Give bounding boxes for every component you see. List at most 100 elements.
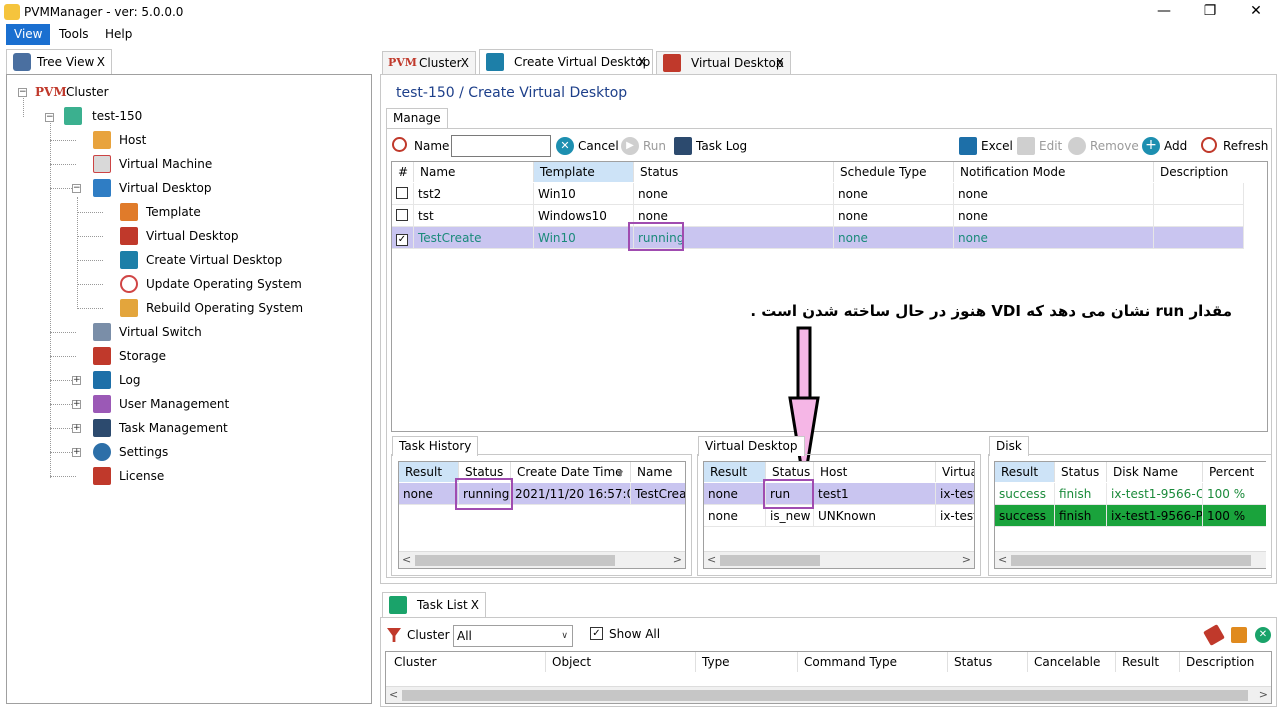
close-circle-icon[interactable]: ✕ <box>1255 627 1271 643</box>
column-header[interactable]: Host <box>814 462 936 482</box>
table-cell[interactable]: 2021/11/20 16:57:05 <box>511 483 631 505</box>
table-cell[interactable]: success <box>995 505 1055 527</box>
expand-user-management-toggle[interactable]: + <box>72 400 81 409</box>
menu-tools[interactable]: Tools <box>51 24 97 45</box>
column-header[interactable]: Status <box>634 162 834 182</box>
table-cell[interactable]: ix-test1-9566-Pr... <box>1107 505 1203 527</box>
table-cell[interactable]: 100 % <box>1203 505 1266 527</box>
table-cell[interactable] <box>1154 227 1244 249</box>
scroll-left-icon[interactable]: < <box>998 552 1007 568</box>
table-cell[interactable]: none <box>954 227 1154 249</box>
column-header[interactable]: Notification Mode <box>954 162 1154 182</box>
table-cell[interactable]: none <box>399 483 459 505</box>
table-cell[interactable]: finish <box>1055 505 1107 527</box>
menu-view[interactable]: View <box>6 24 51 45</box>
row-checkbox[interactable]: ✓ <box>392 227 414 249</box>
table-cell[interactable]: success <box>995 483 1055 505</box>
table-cell[interactable]: tst2 <box>414 183 534 205</box>
tab-create-virtual-desktop[interactable]: Create Virtual Desktop X <box>479 49 653 74</box>
column-header[interactable]: Name <box>631 462 685 482</box>
column-header[interactable]: Result <box>1116 652 1180 672</box>
scroll-thumb[interactable] <box>1011 555 1251 566</box>
table-cell[interactable]: TestCreate <box>414 227 534 249</box>
collapse-cluster-toggle[interactable]: − <box>18 88 27 97</box>
table-cell[interactable]: Win10 <box>534 183 634 205</box>
table-cell[interactable]: none <box>834 183 954 205</box>
table-cell[interactable]: ix-test3 <box>936 505 974 527</box>
scroll-right-icon[interactable]: > <box>962 552 971 568</box>
table-cell[interactable]: UNKnown <box>814 505 936 527</box>
column-header[interactable]: Schedule Type <box>834 162 954 182</box>
tab-disk[interactable]: Disk <box>989 436 1029 456</box>
table-cell[interactable]: none <box>834 227 954 249</box>
close-tab-icon[interactable]: X <box>97 50 105 74</box>
column-header[interactable]: Name <box>414 162 534 182</box>
column-header[interactable]: Type <box>696 652 798 672</box>
column-header[interactable]: Object <box>546 652 696 672</box>
menu-help[interactable]: Help <box>97 24 140 45</box>
table-cell[interactable] <box>1154 205 1244 227</box>
table-cell[interactable]: ix-test1-9566-OS <box>1107 483 1203 505</box>
column-header[interactable]: Status <box>948 652 1028 672</box>
table-cell[interactable]: none <box>954 205 1154 227</box>
scroll-left-icon[interactable]: < <box>389 687 398 703</box>
close-tab-icon[interactable]: X <box>638 50 646 74</box>
close-tab-icon[interactable]: X <box>776 52 784 75</box>
horizontal-scrollbar[interactable]: < > <box>399 551 685 568</box>
close-window-button[interactable]: ✕ <box>1233 0 1279 24</box>
collapse-virtual-desktop-toggle[interactable]: − <box>72 184 81 193</box>
scroll-left-icon[interactable]: < <box>707 552 716 568</box>
collapse-server-toggle[interactable]: − <box>45 113 54 122</box>
row-checkbox[interactable] <box>392 205 414 227</box>
table-cell[interactable]: TestCreate <box>631 483 685 505</box>
scroll-right-icon[interactable]: > <box>673 552 682 568</box>
close-tab-icon[interactable]: X <box>461 52 469 75</box>
cluster-select[interactable]: All ∨ <box>453 625 573 647</box>
save-icon[interactable] <box>1231 627 1247 643</box>
tab-virtual-desktop-status[interactable]: Virtual Desktop <box>698 436 805 456</box>
tab-tree-view[interactable]: Tree View X <box>6 49 112 74</box>
table-cell[interactable]: none <box>954 183 1154 205</box>
tab-task-history[interactable]: Task History <box>392 436 479 456</box>
table-cell[interactable]: none <box>704 505 766 527</box>
tab-virtual-desktop[interactable]: Virtual Desktop X <box>656 51 791 74</box>
scroll-thumb[interactable] <box>402 690 1248 701</box>
table-cell[interactable]: tst <box>414 205 534 227</box>
column-header[interactable]: Template <box>534 162 634 182</box>
table-cell[interactable]: none <box>634 183 834 205</box>
tab-cluster[interactable]: PVM Cluster X <box>382 51 476 74</box>
column-header[interactable]: Virtual <box>936 462 974 482</box>
scroll-thumb[interactable] <box>415 555 615 566</box>
expand-log-toggle[interactable]: + <box>72 376 81 385</box>
table-cell[interactable]: none <box>704 483 766 505</box>
expand-task-management-toggle[interactable]: + <box>72 424 81 433</box>
column-header[interactable]: Result <box>704 462 766 482</box>
horizontal-scrollbar[interactable]: < > <box>704 551 974 568</box>
column-header[interactable]: Description <box>1180 652 1271 672</box>
column-header[interactable]: Description <box>1154 162 1267 182</box>
column-header[interactable]: Percent <box>1203 462 1266 482</box>
expand-settings-toggle[interactable]: + <box>72 448 81 457</box>
column-header[interactable]: Status <box>1055 462 1107 482</box>
column-header[interactable]: Create Date Time <box>511 462 631 482</box>
scroll-right-icon[interactable]: > <box>1259 687 1268 703</box>
minimize-button[interactable]: — <box>1141 0 1187 24</box>
scroll-thumb[interactable] <box>720 555 820 566</box>
table-cell[interactable]: Win10 <box>534 227 634 249</box>
column-header[interactable]: Cluster <box>386 652 546 672</box>
table-cell[interactable]: none <box>834 205 954 227</box>
column-header[interactable]: Result <box>995 462 1055 482</box>
table-cell[interactable]: ix-test1 <box>936 483 974 505</box>
table-cell[interactable]: test1 <box>814 483 936 505</box>
column-header[interactable]: Command Type <box>798 652 948 672</box>
scroll-left-icon[interactable]: < <box>402 552 411 568</box>
name-input[interactable] <box>451 135 551 157</box>
column-header[interactable]: # <box>392 162 414 182</box>
horizontal-scrollbar[interactable]: < <box>995 551 1266 568</box>
close-tab-icon[interactable]: X <box>471 593 479 617</box>
tab-task-list[interactable]: Task List X <box>382 592 486 617</box>
table-cell[interactable]: Windows10 <box>534 205 634 227</box>
column-header[interactable]: Disk Name <box>1107 462 1203 482</box>
tab-manage[interactable]: Manage <box>386 108 448 128</box>
table-cell[interactable] <box>1154 183 1244 205</box>
